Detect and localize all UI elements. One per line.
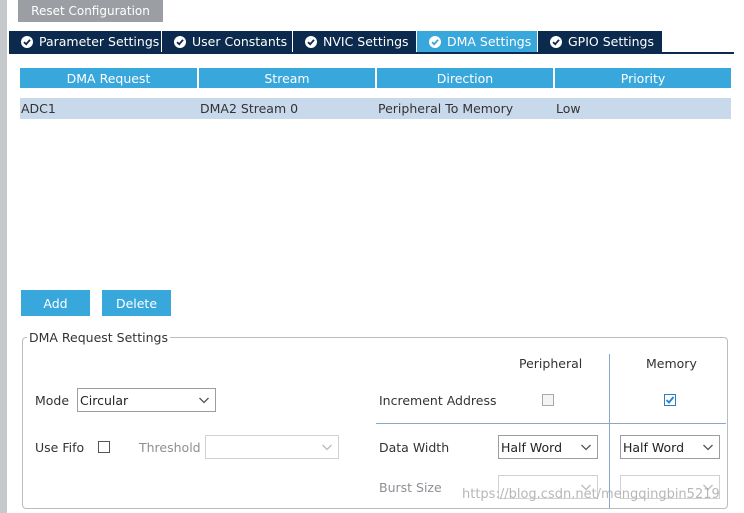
- threshold-label: Threshold: [139, 440, 201, 455]
- increment-memory-checkbox[interactable]: [664, 394, 676, 406]
- tab-bar: Parameter Settings User Constants NVIC S…: [9, 31, 734, 54]
- chevron-down-icon: [581, 444, 591, 451]
- chevron-down-icon: [322, 444, 332, 451]
- left-edge-bar: [0, 0, 7, 513]
- mode-select-value: Circular: [80, 392, 129, 408]
- cell-direction: Peripheral To Memory: [378, 101, 514, 116]
- mode-select[interactable]: Circular: [77, 388, 216, 412]
- column-divider: [609, 354, 610, 508]
- tab-label: DMA Settings: [447, 34, 532, 49]
- dma-request-settings-group: DMA Request Settings Peripheral Memory M…: [22, 330, 728, 509]
- add-button[interactable]: Add: [21, 290, 90, 316]
- settings-group-title: DMA Request Settings: [27, 330, 170, 345]
- tab-parameter-settings[interactable]: Parameter Settings: [9, 31, 162, 52]
- check-circle-icon: [550, 35, 562, 48]
- tab-label: User Constants: [192, 34, 288, 49]
- cell-priority: Low: [556, 101, 581, 116]
- cell-stream: DMA2 Stream 0: [200, 101, 299, 116]
- column-header-direction[interactable]: Direction: [377, 68, 553, 88]
- check-circle-icon: [21, 35, 33, 48]
- watermark-text: https://blog.csdn.net/mengqingbin5219: [462, 487, 720, 502]
- chevron-down-icon: [703, 444, 713, 451]
- column-header-priority[interactable]: Priority: [555, 68, 731, 88]
- chevron-down-icon: [199, 397, 209, 404]
- dma-table-header: DMA Request Stream Direction Priority: [20, 68, 731, 88]
- increment-peripheral-checkbox[interactable]: [542, 394, 554, 406]
- column-header-dma-request[interactable]: DMA Request: [20, 68, 197, 88]
- tab-label: NVIC Settings: [323, 34, 409, 49]
- data-width-peripheral-select[interactable]: Half Word: [498, 435, 598, 459]
- peripheral-column-header: Peripheral: [519, 356, 583, 371]
- checkmark-icon: [665, 396, 675, 404]
- data-width-label: Data Width: [379, 440, 450, 455]
- data-width-peripheral-value: Half Word: [501, 439, 563, 455]
- use-fifo-checkbox[interactable]: [98, 441, 110, 453]
- reset-configuration-button[interactable]: Reset Configuration: [18, 0, 163, 22]
- burst-size-label: Burst Size: [379, 480, 442, 495]
- check-circle-icon: [429, 35, 441, 48]
- increment-address-label: Increment Address: [379, 393, 497, 408]
- use-fifo-label: Use Fifo: [35, 440, 85, 455]
- mode-label: Mode: [35, 393, 70, 408]
- threshold-select[interactable]: [205, 435, 339, 459]
- memory-column-header: Memory: [646, 356, 697, 371]
- tab-label: GPIO Settings: [568, 34, 654, 49]
- tab-label: Parameter Settings: [39, 34, 160, 49]
- check-circle-icon: [305, 35, 317, 48]
- row-divider: [376, 423, 726, 424]
- tab-gpio-settings[interactable]: GPIO Settings: [538, 31, 663, 52]
- delete-button[interactable]: Delete: [102, 290, 171, 316]
- check-circle-icon: [174, 35, 186, 48]
- cell-dma-request: ADC1: [21, 101, 56, 116]
- tab-user-constants[interactable]: User Constants: [162, 31, 293, 52]
- tab-dma-settings[interactable]: DMA Settings: [417, 31, 538, 52]
- column-header-stream[interactable]: Stream: [199, 68, 375, 88]
- data-width-memory-select[interactable]: Half Word: [620, 435, 720, 459]
- table-row[interactable]: ADC1 DMA2 Stream 0 Peripheral To Memory …: [20, 98, 731, 119]
- tab-nvic-settings[interactable]: NVIC Settings: [293, 31, 417, 52]
- data-width-memory-value: Half Word: [623, 439, 685, 455]
